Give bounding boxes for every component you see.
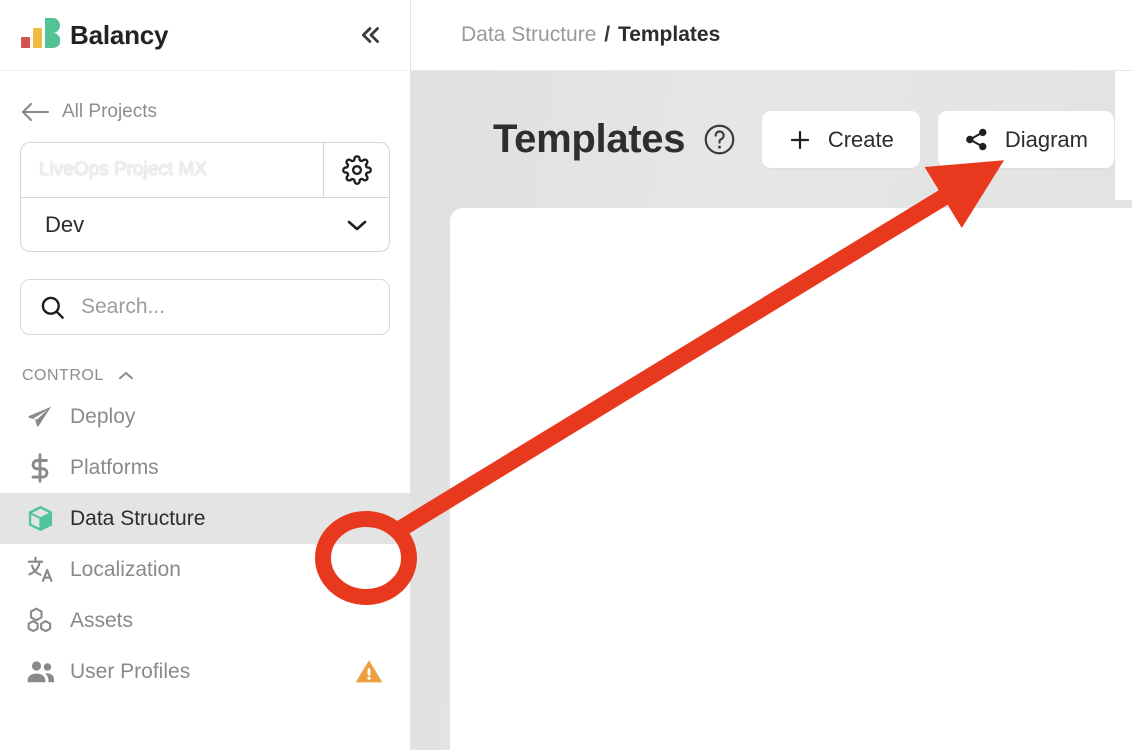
create-button-label: Create xyxy=(827,126,894,152)
search-input[interactable]: Search... xyxy=(20,279,390,335)
dollar-sign-icon xyxy=(26,452,66,483)
logo-letter-b-icon xyxy=(45,18,60,48)
project-name-input[interactable]: LiveOps Project MX xyxy=(21,143,323,197)
sidebar-item-label: Data Structure xyxy=(70,506,206,530)
environment-value: Dev xyxy=(45,211,85,237)
sidebar-item-localization[interactable]: Localization xyxy=(0,544,410,595)
project-row: LiveOps Project MX xyxy=(21,143,389,198)
sidebar-item-label: Platforms xyxy=(70,455,159,479)
logo-bar-red xyxy=(21,37,30,48)
page-title: Templates xyxy=(493,117,686,161)
plus-icon xyxy=(788,128,812,152)
project-selector-group: LiveOps Project MX Dev xyxy=(20,142,390,252)
arrow-left-icon xyxy=(20,101,54,123)
question-circle-icon[interactable] xyxy=(703,123,736,156)
blocks-icon xyxy=(26,606,66,635)
sidebar-item-label: User Profiles xyxy=(70,659,191,683)
breadcrumb-separator: / xyxy=(604,23,611,46)
users-icon xyxy=(26,659,66,685)
sidebar-item-label: Localization xyxy=(70,557,181,581)
search-placeholder: Search... xyxy=(81,295,166,318)
all-projects-label: All Projects xyxy=(62,101,158,122)
diagram-button-label: Diagram xyxy=(1004,126,1088,152)
paper-plane-icon xyxy=(26,403,66,431)
sidebar-item-platforms[interactable]: Platforms xyxy=(0,442,410,493)
sidebar-item-user-profiles[interactable]: User Profiles xyxy=(0,646,410,697)
section-title: CONTROL xyxy=(22,367,104,384)
content-area: Templates Create Diagram xyxy=(411,71,1132,750)
diagram-button[interactable]: Diagram xyxy=(937,111,1114,168)
project-settings-button[interactable] xyxy=(323,143,389,197)
page-header: Templates Create Diagram xyxy=(411,71,1132,208)
content-right-gutter xyxy=(1115,71,1132,200)
chevron-up-icon xyxy=(117,370,135,382)
sidebar: Balancy All Projects LiveOps Project MX xyxy=(0,0,411,750)
section-header-control[interactable]: CONTROL xyxy=(22,367,410,385)
breadcrumb: Data Structure / Templates xyxy=(461,23,720,47)
sidebar-nav-list: Deploy Platforms Data Structure Localiza… xyxy=(0,391,410,697)
translate-icon xyxy=(26,555,66,584)
balancy-logo-icon xyxy=(20,18,60,52)
sidebar-item-label: Deploy xyxy=(70,404,136,428)
brand-name: Balancy xyxy=(70,19,169,50)
sidebar-item-data-structure[interactable]: Data Structure xyxy=(0,493,410,544)
sidebar-collapse-button[interactable] xyxy=(354,18,388,52)
gear-icon xyxy=(341,155,372,185)
warning-triangle-icon xyxy=(354,658,384,685)
create-button[interactable]: Create xyxy=(761,111,920,168)
environment-dropdown[interactable]: Dev xyxy=(21,198,389,251)
sidebar-item-deploy[interactable]: Deploy xyxy=(0,391,410,442)
breadcrumb-current: Templates xyxy=(617,23,721,46)
sidebar-item-assets[interactable]: Assets xyxy=(0,595,410,646)
templates-content-card xyxy=(450,208,1132,750)
sidebar-header: Balancy xyxy=(0,0,410,71)
share-nodes-icon xyxy=(964,127,989,152)
topbar: Data Structure / Templates xyxy=(411,0,1132,71)
main-area: Data Structure / Templates Templates Cre… xyxy=(411,0,1132,750)
sidebar-item-label: Assets xyxy=(70,608,134,632)
page-actions: Create Diagram xyxy=(761,111,1114,168)
search-icon xyxy=(39,294,66,321)
all-projects-link[interactable]: All Projects xyxy=(0,88,410,136)
double-chevron-left-icon xyxy=(362,27,379,43)
breadcrumb-parent[interactable]: Data Structure xyxy=(461,23,596,46)
app-root: Balancy All Projects LiveOps Project MX xyxy=(0,0,1132,750)
chevron-down-icon xyxy=(345,217,369,233)
logo-bar-yellow xyxy=(33,28,42,48)
cube-icon xyxy=(26,504,66,533)
